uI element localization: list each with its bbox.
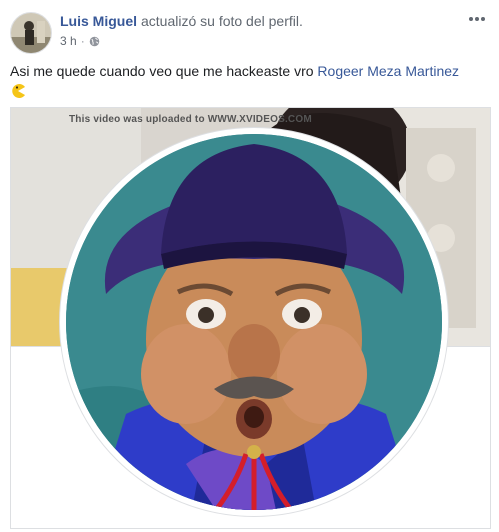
author-name[interactable]: Luis Miguel bbox=[60, 13, 137, 29]
pacman-face-emoji bbox=[12, 84, 25, 98]
caption-text: Asi me quede cuando veo que me hackeaste… bbox=[10, 63, 314, 79]
more-options-icon[interactable] bbox=[465, 10, 489, 28]
author-line: Luis Miguel actualizó su foto del perfil. bbox=[60, 13, 303, 29]
post-action: actualizó su foto del perfil. bbox=[141, 13, 303, 29]
post-header: Luis Miguel actualizó su foto del perfil.… bbox=[10, 10, 489, 54]
video-watermark: This video was uploaded to WWW.XVIDEOS.C… bbox=[69, 114, 312, 125]
mention-link[interactable]: Rogeer Meza Martinez bbox=[317, 63, 459, 79]
post-time[interactable]: 3 h bbox=[60, 34, 77, 48]
avatar[interactable] bbox=[10, 12, 52, 54]
post-meta: 3 h · bbox=[60, 34, 100, 48]
avatar-image bbox=[11, 13, 51, 53]
profile-photo-image bbox=[66, 134, 442, 510]
meta-separator: · bbox=[80, 34, 85, 48]
globe-icon[interactable] bbox=[89, 36, 100, 47]
profile-photo[interactable] bbox=[60, 128, 448, 516]
post-caption: Asi me quede cuando veo que me hackeaste… bbox=[10, 61, 489, 104]
